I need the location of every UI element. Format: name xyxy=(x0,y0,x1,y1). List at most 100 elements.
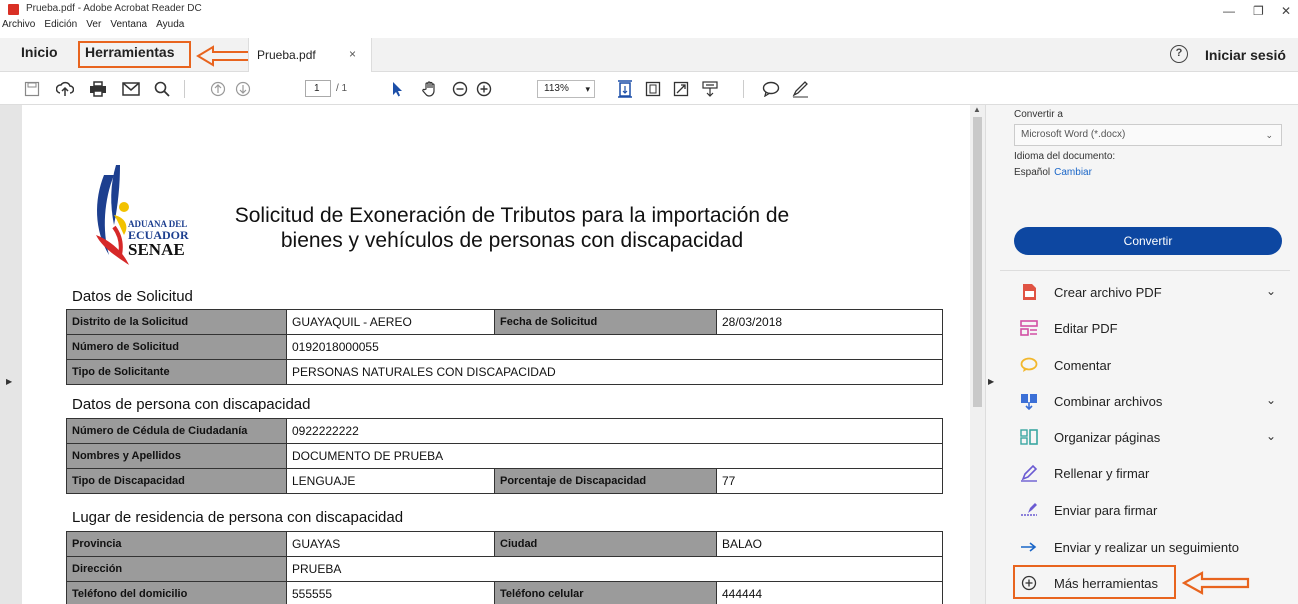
search-icon[interactable] xyxy=(152,79,172,99)
fit-page-icon[interactable] xyxy=(615,79,635,99)
chevron-down-icon: ⌄ xyxy=(1265,130,1273,140)
value-cell: 555555 xyxy=(286,581,495,604)
close-tab-icon[interactable]: × xyxy=(349,47,356,61)
table-persona: Número de Cédula de Ciudadanía 092222222… xyxy=(66,418,943,494)
convert-to-label: Convertir a xyxy=(1014,109,1063,120)
value-cell: 0192018000055 xyxy=(286,334,943,360)
restore-button[interactable]: ❐ xyxy=(1253,4,1264,18)
toolbar: 1 / 1 113% ▾ xyxy=(0,72,1298,105)
send-track-icon xyxy=(1020,538,1038,556)
highlight-box-tools xyxy=(78,41,191,68)
label-cell: Provincia xyxy=(66,531,287,557)
value-cell: 0922222222 xyxy=(286,418,943,444)
tab-document[interactable]: Prueba.pdf × xyxy=(248,38,372,72)
scrollbar-thumb[interactable] xyxy=(973,117,982,407)
acrobat-icon xyxy=(8,4,19,15)
table-row: Distrito de la Solicitud GUAYAQUIL - AER… xyxy=(66,309,943,335)
close-window-button[interactable]: ✕ xyxy=(1281,4,1291,18)
label-cell: Teléfono del domicilio xyxy=(66,581,287,604)
convert-format-select[interactable]: Microsoft Word (*.docx) ⌄ xyxy=(1014,124,1282,146)
document-tab-label: Prueba.pdf xyxy=(257,48,316,62)
label-cell: Nombres y Apellidos xyxy=(66,443,287,469)
value-cell: GUAYAQUIL - AEREO xyxy=(286,309,495,335)
tool-edit-pdf[interactable]: Editar PDF xyxy=(1014,317,1284,341)
minimize-button[interactable]: — xyxy=(1223,4,1235,18)
tab-inicio[interactable]: Inicio xyxy=(21,44,58,60)
comment-icon[interactable] xyxy=(761,79,781,99)
help-icon[interactable]: ? xyxy=(1170,45,1188,63)
zoom-value: 113% xyxy=(544,83,569,94)
full-screen-icon[interactable] xyxy=(671,79,691,99)
tool-combine-files[interactable]: Combinar archivos ⌄ xyxy=(1014,390,1284,414)
chevron-down-icon: ▾ xyxy=(585,84,590,94)
hand-tool-icon[interactable] xyxy=(420,79,440,99)
tool-label: Enviar y realizar un seguimiento xyxy=(1054,540,1239,555)
sign-pen-icon[interactable] xyxy=(790,79,810,99)
select-cursor-icon[interactable] xyxy=(387,79,407,99)
value-cell: 28/03/2018 xyxy=(716,309,943,335)
page-number-input[interactable]: 1 xyxy=(305,80,331,97)
tool-send-track[interactable]: Enviar y realizar un seguimiento xyxy=(1014,536,1284,560)
label-cell: Tipo de Discapacidad xyxy=(66,468,287,494)
menu-edicion[interactable]: Edición xyxy=(44,19,77,30)
previous-page-icon[interactable] xyxy=(208,79,228,99)
tool-send-for-signature[interactable]: Enviar para firmar xyxy=(1014,499,1284,523)
value-cell: DOCUMENTO DE PRUEBA xyxy=(286,443,943,469)
signin-link[interactable]: Iniciar sesió xyxy=(1205,47,1286,63)
save-icon[interactable] xyxy=(22,79,42,99)
value-cell: LENGUAJE xyxy=(286,468,495,494)
label-cell: Tipo de Solicitante xyxy=(66,359,287,385)
menu-bar: Archivo Edición Ver Ventana Ayuda xyxy=(0,18,1298,34)
tool-label: Crear archivo PDF xyxy=(1054,285,1162,300)
edit-pdf-icon xyxy=(1020,319,1038,337)
next-page-icon[interactable] xyxy=(233,79,253,99)
label-cell: Número de Solicitud xyxy=(66,334,287,360)
scroll-up-icon[interactable]: ▲ xyxy=(973,105,981,114)
page-view-icon[interactable] xyxy=(643,79,663,99)
value-cell: PRUEBA xyxy=(286,556,943,582)
table-row: Teléfono del domicilio 555555 Teléfono c… xyxy=(66,581,943,604)
send-sign-icon xyxy=(1020,501,1038,519)
menu-archivo[interactable]: Archivo xyxy=(2,19,35,30)
read-aloud-icon[interactable] xyxy=(700,79,720,99)
menu-ventana[interactable]: Ventana xyxy=(110,19,147,30)
page-total: / 1 xyxy=(336,83,348,94)
zoom-out-icon[interactable] xyxy=(450,79,470,99)
section-heading: Lugar de residencia de persona con disca… xyxy=(72,509,404,526)
tool-fill-sign[interactable]: Rellenar y firmar xyxy=(1014,462,1284,486)
tool-label: Editar PDF xyxy=(1054,321,1118,336)
zoom-in-icon[interactable] xyxy=(474,79,494,99)
chevron-down-icon[interactable]: ⌄ xyxy=(1266,393,1276,407)
change-language-link[interactable]: Cambiar xyxy=(1054,167,1092,178)
menu-ayuda[interactable]: Ayuda xyxy=(156,19,184,30)
convert-format-value: Microsoft Word (*.docx) xyxy=(1021,129,1126,140)
vertical-scrollbar[interactable]: ▲ xyxy=(970,105,985,604)
value-cell: BALAO xyxy=(716,531,943,557)
tool-label: Rellenar y firmar xyxy=(1054,466,1150,481)
label-cell: Fecha de Solicitud xyxy=(494,309,717,335)
email-icon[interactable] xyxy=(121,79,141,99)
tool-create-pdf[interactable]: Crear archivo PDF ⌄ xyxy=(1014,281,1284,305)
tool-label: Organizar páginas xyxy=(1054,430,1161,445)
value-cell: 77 xyxy=(716,468,943,494)
table-residencia: Provincia GUAYAS Ciudad BALAO Dirección … xyxy=(66,531,943,604)
menu-ver[interactable]: Ver xyxy=(86,19,101,30)
collapse-pane-icon[interactable]: ▶ xyxy=(988,377,994,386)
table-row: Dirección PRUEBA xyxy=(66,556,943,582)
tool-organize-pages[interactable]: Organizar páginas ⌄ xyxy=(1014,426,1284,450)
expand-left-pane-icon[interactable]: ▶ xyxy=(6,377,12,386)
table-row: Número de Solicitud 0192018000055 xyxy=(66,334,943,360)
convert-button[interactable]: Convertir xyxy=(1014,227,1282,255)
label-cell: Porcentaje de Discapacidad xyxy=(494,468,717,494)
zoom-select[interactable]: 113% ▾ xyxy=(537,80,595,98)
chevron-down-icon[interactable]: ⌄ xyxy=(1266,284,1276,298)
chevron-down-icon[interactable]: ⌄ xyxy=(1266,429,1276,443)
document-viewport[interactable]: ▶ ADUANA DEL ECUADOR SENAE Solicitud de … xyxy=(0,105,985,604)
table-solicitud: Distrito de la Solicitud GUAYAQUIL - AER… xyxy=(66,309,943,385)
tool-comment[interactable]: Comentar xyxy=(1014,354,1284,378)
print-icon[interactable] xyxy=(88,79,108,99)
cloud-upload-icon[interactable] xyxy=(55,79,75,99)
value-cell: 444444 xyxy=(716,581,943,604)
value-cell: PERSONAS NATURALES CON DISCAPACIDAD xyxy=(286,359,943,385)
panel-divider xyxy=(1000,270,1290,271)
